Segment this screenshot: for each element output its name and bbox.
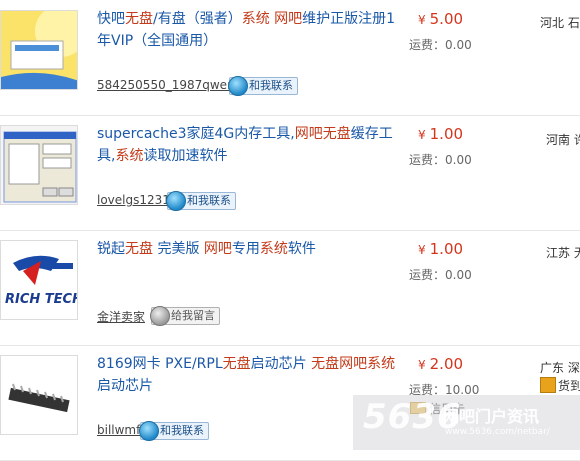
seller-location: 广东 深 — [540, 361, 580, 375]
thumb-brand-text: RICH TECH — [5, 292, 78, 307]
title-text: 读取加速软件 — [143, 148, 228, 164]
shipping-fee: 运费：0.00 — [409, 38, 472, 52]
product-thumbnail[interactable] — [0, 125, 78, 205]
title-keyword-highlight: 网吧 — [294, 126, 323, 142]
title-keyword-highlight: 网吧 — [203, 241, 232, 257]
cod-label: 货到 — [558, 379, 580, 393]
price-value: 5.00 — [429, 10, 464, 28]
seller-name-link[interactable]: lovelgs1231 — [97, 193, 170, 207]
listing-row: supercache3家庭4G内存工具,网吧无盘缓存工具,系统读取加速软件 lov… — [0, 115, 580, 231]
product-title-link[interactable]: 快吧无盘/有盘（强者）系统 网吧维护正版注册1年VIP（全国通用） — [97, 8, 397, 52]
title-keyword-highlight: 系统 — [241, 11, 270, 27]
price-value: 2.00 — [429, 355, 464, 373]
product-title-link[interactable]: 8169网卡 PXE/RPL无盘启动芯片 无盘网吧系统启动芯片 — [97, 353, 397, 397]
title-keyword-highlight: 无盘 — [125, 241, 153, 257]
title-text: 快吧 — [97, 11, 125, 27]
delivery-icon — [540, 377, 556, 393]
seller-location: 江苏 无 — [546, 246, 580, 260]
currency-symbol: ¥ — [418, 13, 426, 27]
cash-on-delivery-badge: 货到 — [540, 377, 580, 394]
contact-label: 给我留言 — [171, 309, 215, 322]
title-keyword-highlight: 网吧 — [339, 356, 368, 372]
title-keyword-highlight: 系统 — [259, 241, 288, 257]
title-keyword-highlight: 系统 — [367, 356, 396, 372]
title-text: 完美版 — [153, 241, 204, 257]
contact-label: 和我联系 — [187, 194, 231, 207]
title-text: 软件 — [287, 241, 316, 257]
shipping-fee: 运费：0.00 — [409, 153, 472, 167]
leave-message-button[interactable]: 给我留言 — [150, 306, 220, 326]
title-text: 8169网卡 PXE/RPL — [97, 356, 223, 372]
product-thumbnail[interactable] — [0, 10, 78, 90]
contact-me-button[interactable]: 和我联系 — [228, 76, 298, 96]
price: ¥1.00 — [418, 240, 463, 258]
im-status-icon — [228, 76, 248, 96]
title-text: 启动芯片 — [97, 378, 153, 394]
price: ¥1.00 — [418, 125, 463, 143]
title-keyword-highlight: 无盘 — [322, 126, 351, 142]
price: ¥2.00 — [418, 355, 463, 373]
seller-location: 河北 石 — [540, 16, 580, 30]
shipping-fee: 运费：0.00 — [409, 268, 472, 282]
seller-name-link[interactable]: billwmf — [97, 423, 140, 437]
price: ¥5.00 — [418, 10, 463, 28]
seller-name-link[interactable]: 584250550_1987qwer — [97, 78, 232, 92]
watermark: 5636 网吧门户资讯 www.5636.com/netbar/ — [353, 395, 580, 450]
title-text: 启动芯片 — [250, 356, 312, 372]
product-title-link[interactable]: supercache3家庭4G内存工具,网吧无盘缓存工具,系统读取加速软件 — [97, 123, 397, 167]
title-keyword-highlight: 系统 — [115, 148, 144, 164]
title-keyword-highlight: 无盘 — [125, 11, 153, 27]
price-value: 1.00 — [429, 125, 464, 143]
title-text: /有盘（强者） — [153, 11, 242, 27]
product-thumbnail[interactable]: RICH TECH — [0, 240, 78, 320]
product-title-link[interactable]: 锐起无盘 完美版 网吧专用系统软件 — [97, 238, 397, 260]
contact-me-button[interactable]: 和我联系 — [166, 191, 236, 211]
title-text: 专用 — [231, 241, 260, 257]
seller-location: 河南 许 — [546, 133, 580, 147]
price-value: 1.00 — [429, 240, 464, 258]
title-text: supercache3家庭4G内存工具, — [97, 126, 295, 142]
watermark-text: 网吧门户资讯 — [443, 407, 540, 426]
contact-me-button[interactable]: 和我联系 — [139, 421, 209, 441]
seller-name-link[interactable]: 金洋卖家 — [97, 308, 145, 325]
title-keyword-highlight: 无盘 — [311, 356, 340, 372]
listing-row: 快吧无盘/有盘（强者）系统 网吧维护正版注册1年VIP（全国通用） 5842505… — [0, 0, 580, 116]
im-status-icon — [139, 421, 159, 441]
im-status-icon — [150, 306, 170, 326]
im-status-icon — [166, 191, 186, 211]
currency-symbol: ¥ — [418, 358, 426, 372]
listing-row: RICH TECH 锐起无盘 完美版 网吧专用系统软件金洋卖家 ¥1.00 运费：0.… — [0, 230, 580, 346]
title-keyword-highlight: 无盘 — [222, 356, 251, 372]
product-thumbnail[interactable] — [0, 355, 78, 435]
watermark-url: www.5636.com/netbar/ — [445, 427, 550, 437]
currency-symbol: ¥ — [418, 128, 426, 142]
title-text: 锐起 — [97, 241, 125, 257]
currency-symbol: ¥ — [418, 243, 426, 257]
contact-label: 和我联系 — [160, 424, 204, 437]
title-keyword-highlight: 网吧 — [274, 11, 303, 27]
contact-label: 和我联系 — [249, 79, 293, 92]
